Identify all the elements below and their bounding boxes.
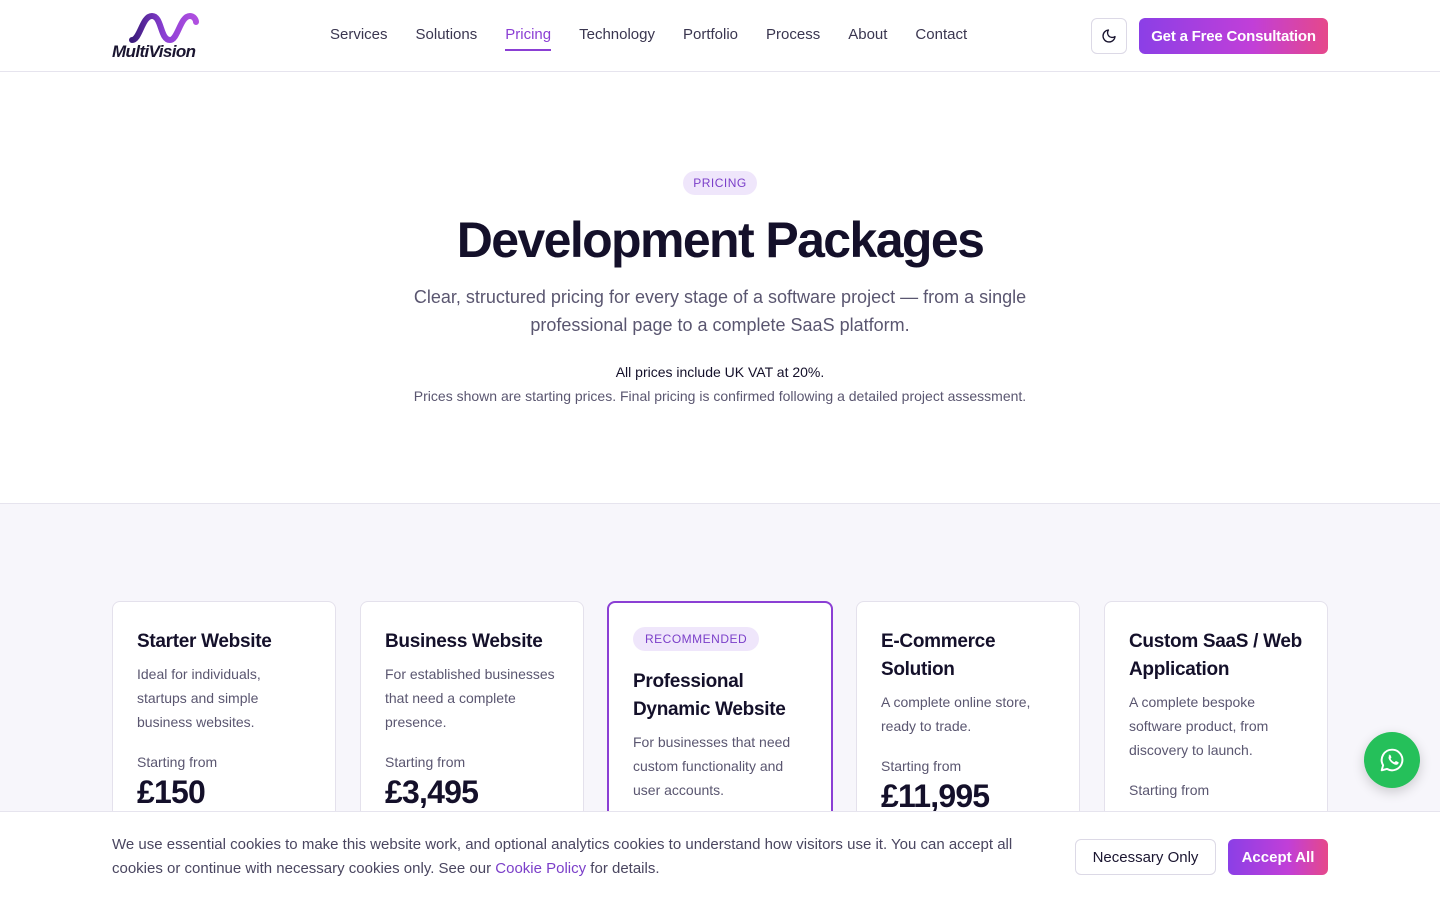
nav-item-pricing[interactable]: Pricing xyxy=(505,26,551,51)
cookie-text: We use essential cookies to make this we… xyxy=(112,833,1042,881)
package-description: For established businesses that need a c… xyxy=(385,666,555,730)
package-description: A complete online store, ready to trade. xyxy=(881,694,1031,734)
nav-item-portfolio[interactable]: Portfolio xyxy=(683,26,738,49)
moon-icon xyxy=(1102,29,1116,43)
recommended-badge: RECOMMENDED xyxy=(633,627,760,651)
logo-wave-icon xyxy=(129,12,199,44)
package-title: Professional Dynamic Website xyxy=(633,671,786,720)
nav-item-solutions[interactable]: Solutions xyxy=(416,26,478,49)
page-title: Development Packages xyxy=(456,212,985,268)
whatsapp-icon xyxy=(1380,748,1404,772)
package-price: £11,995 xyxy=(881,778,990,814)
package-title: Business Website xyxy=(385,631,543,652)
necessary-only-button[interactable]: Necessary Only xyxy=(1075,839,1216,875)
package-title: E-Commerce Solution xyxy=(881,631,996,680)
nav-item-about[interactable]: About xyxy=(848,26,887,49)
theme-toggle-button[interactable] xyxy=(1091,18,1127,54)
package-from-label: Starting from xyxy=(137,754,218,770)
whatsapp-button[interactable] xyxy=(1364,732,1420,788)
nav-item-technology[interactable]: Technology xyxy=(579,26,655,49)
package-description: Ideal for individuals, startups and simp… xyxy=(137,666,261,730)
package-description: For businesses that need custom function… xyxy=(633,734,791,798)
nav-item-services[interactable]: Services xyxy=(330,26,388,49)
cookie-policy-link[interactable]: Cookie Policy xyxy=(495,860,586,877)
package-price: £3,495 xyxy=(385,774,479,810)
site-header: MultiVision Services Solutions Pricing T… xyxy=(0,0,1440,72)
nav-item-contact[interactable]: Contact xyxy=(915,26,967,49)
package-price: £150 xyxy=(137,774,206,810)
page-subtitle: Clear, structured pricing for every stag… xyxy=(413,287,1027,335)
section-badge: PRICING xyxy=(683,171,757,195)
vat-note: All prices include UK VAT at 20%. xyxy=(615,364,825,380)
package-from-label: Starting from xyxy=(881,758,962,774)
package-from-label: Starting from xyxy=(385,754,466,770)
accept-all-button[interactable]: Accept All xyxy=(1228,839,1328,875)
package-title: Starter Website xyxy=(137,631,272,652)
pricing-note: Prices shown are starting prices. Final … xyxy=(413,388,1027,404)
package-from-label: Starting from xyxy=(1129,782,1210,798)
logo-text: MultiVision xyxy=(112,42,196,61)
free-consultation-button[interactable]: Get a Free Consultation xyxy=(1139,18,1328,54)
package-description: A complete bespoke software product, fro… xyxy=(1129,694,1269,758)
cookie-banner: We use essential cookies to make this we… xyxy=(0,811,1440,900)
package-title: Custom SaaS / Web Application xyxy=(1129,631,1302,680)
cookie-text-end: for details. xyxy=(586,860,660,877)
main-nav: Services Solutions Pricing Technology Po… xyxy=(330,26,967,51)
logo[interactable]: MultiVision xyxy=(112,12,216,62)
pricing-hero: PRICING Development Packages Clear, stru… xyxy=(0,73,1440,503)
nav-item-process[interactable]: Process xyxy=(766,26,820,49)
